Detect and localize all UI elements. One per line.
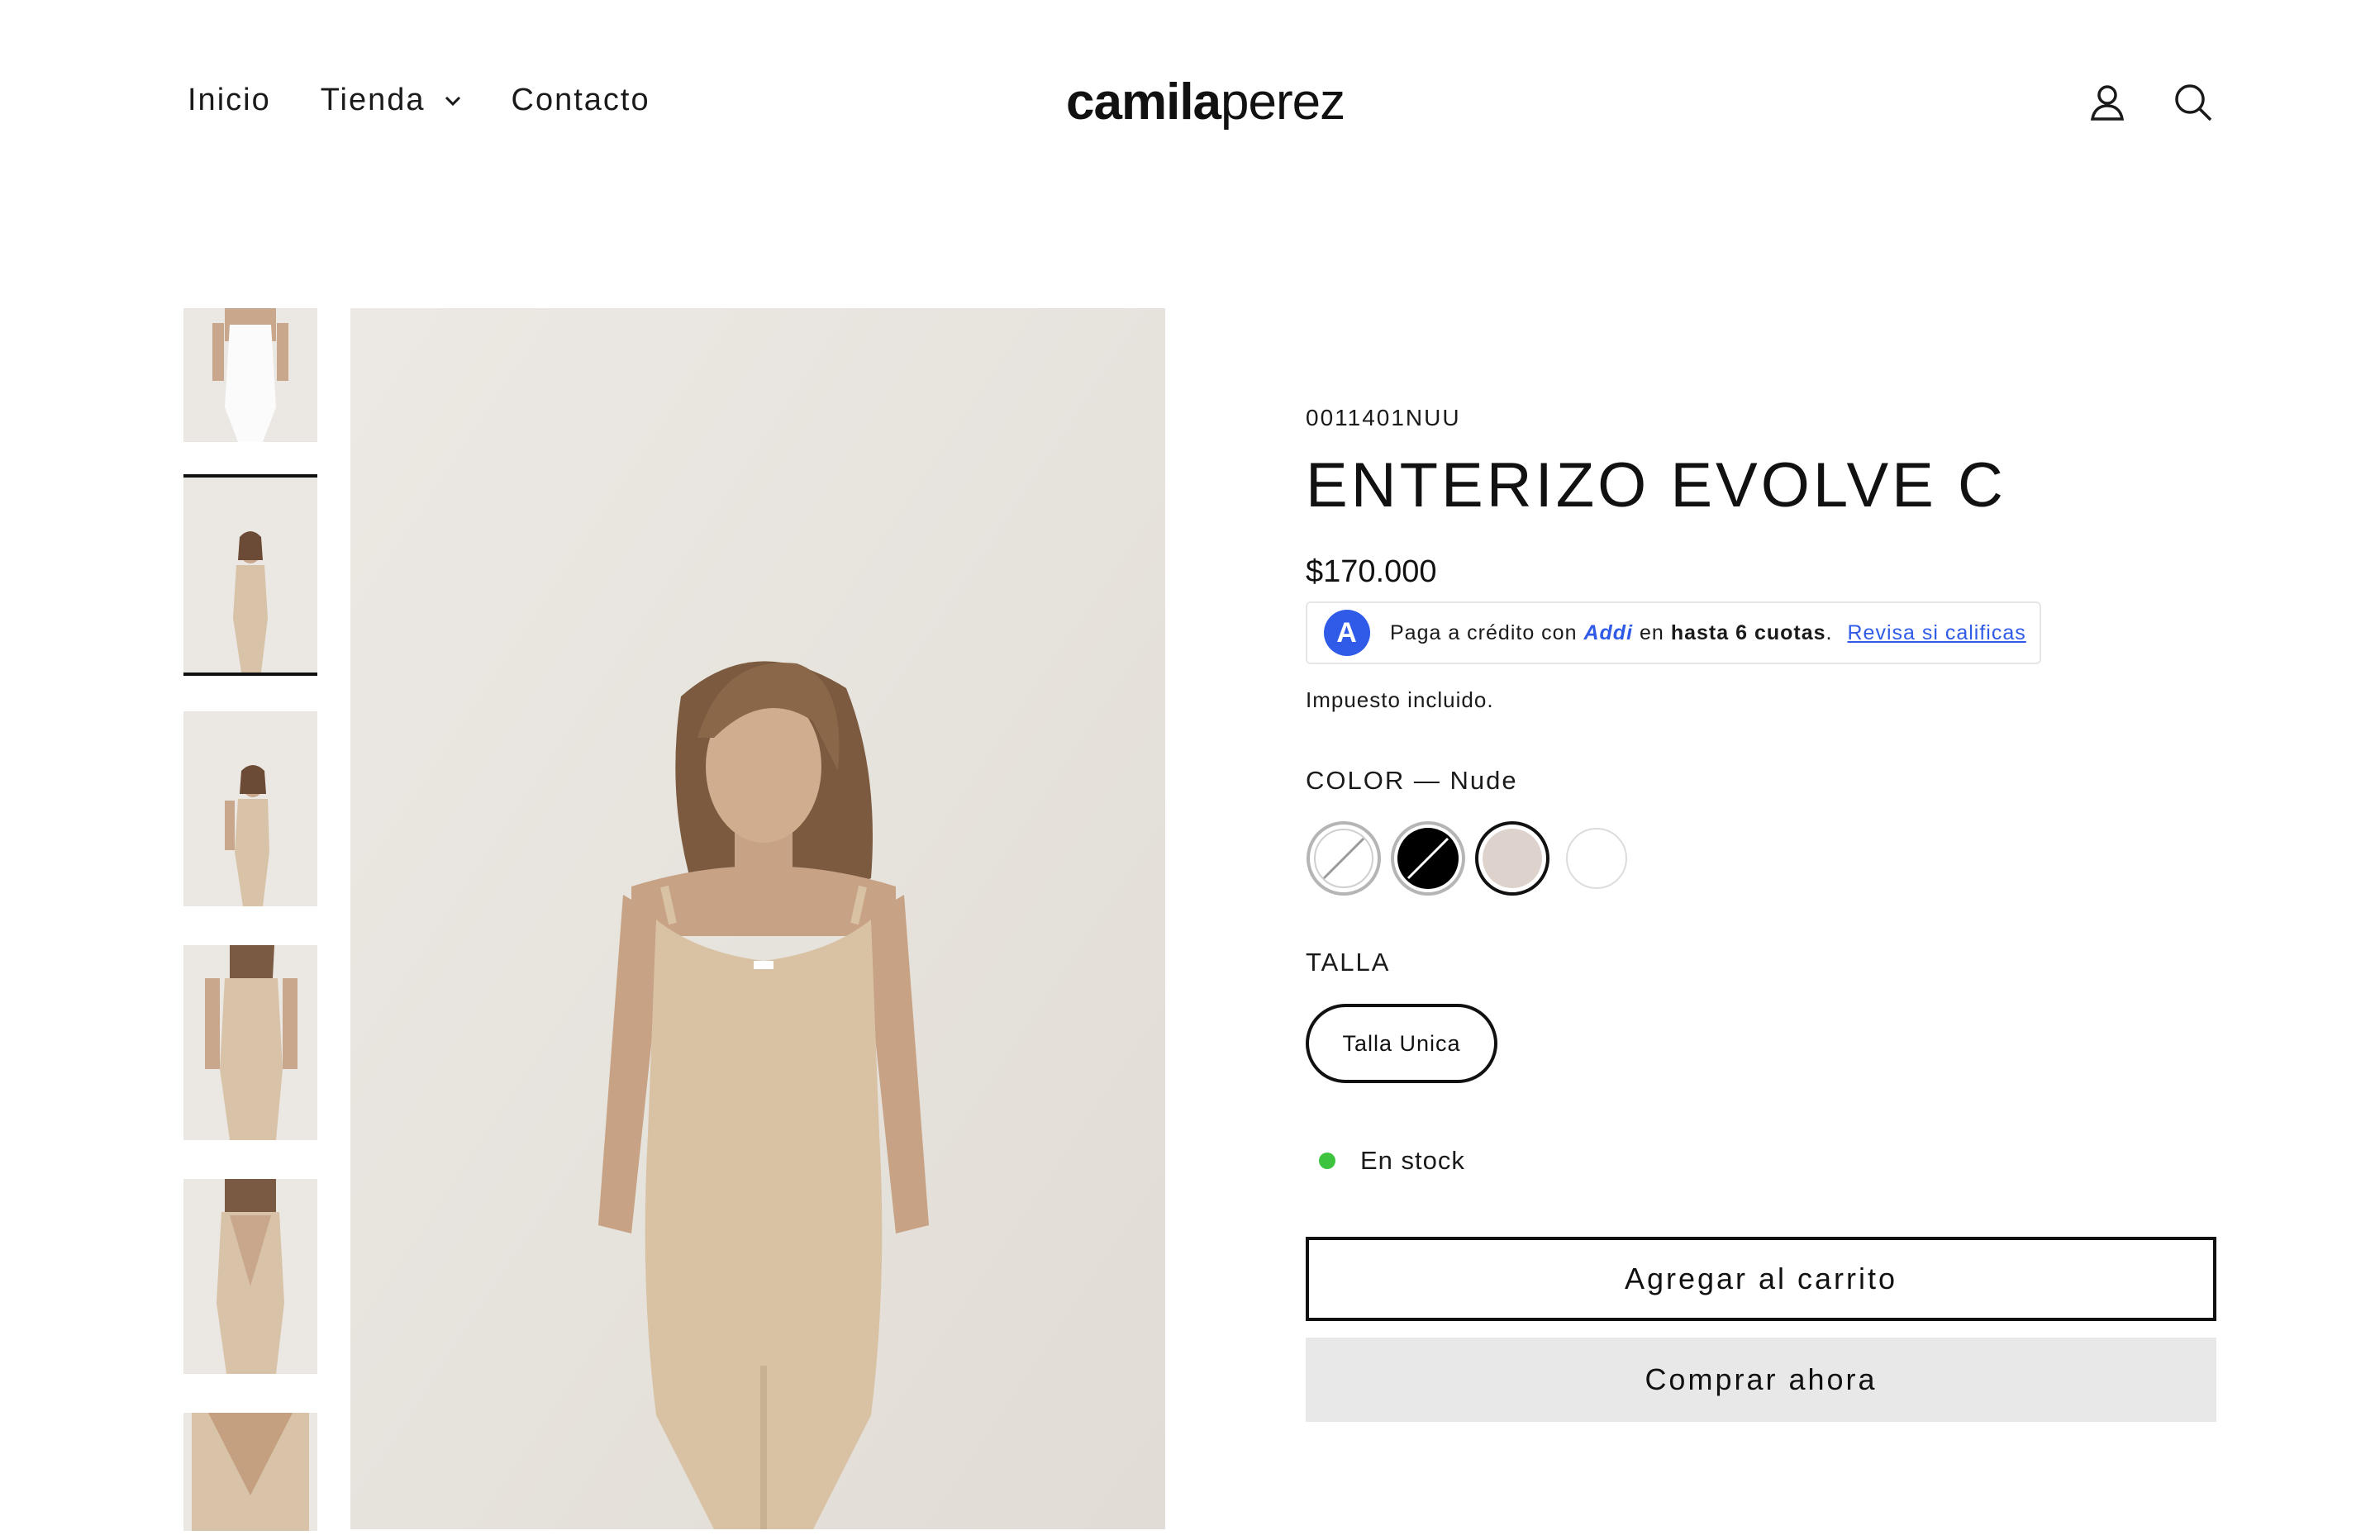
swatch-white-unavailable[interactable] (1306, 820, 1382, 896)
addi-installments: hasta 6 cuotas (1670, 620, 1826, 644)
thumbnail-5[interactable] (183, 1179, 317, 1374)
thumbnail-image (183, 478, 317, 673)
nav-inicio-label: Inicio (188, 83, 271, 117)
thumbnail-image (183, 945, 317, 1140)
search-icon[interactable] (2172, 81, 2215, 124)
site-header: Inicio Tienda Contacto camilaperez (0, 0, 2380, 207)
chevron-down-icon (445, 96, 460, 106)
thumbnail-list (183, 308, 317, 1531)
in-stock-dot-icon (1319, 1153, 1335, 1169)
addi-eligibility-link[interactable]: Revisa si calificas (1847, 621, 2025, 645)
addi-text-before: Paga a crédito con (1390, 620, 1578, 644)
nav-tienda[interactable]: Tienda (321, 83, 462, 118)
product-photo (350, 308, 1165, 1529)
nav-contacto[interactable]: Contacto (512, 83, 650, 118)
selected-swatch-icon (1475, 821, 1549, 896)
thumbnail-image (183, 1413, 317, 1531)
stock-status: En stock (1306, 1146, 2215, 1176)
thumbnail-image (183, 711, 317, 906)
color-swatches (1306, 820, 2215, 896)
brand-logo[interactable]: camilaperez (1066, 73, 1345, 131)
addi-logo-icon: A (1324, 610, 1370, 656)
size-label: TALLA (1306, 948, 1391, 977)
main-product-image[interactable] (350, 308, 1165, 1529)
header-actions (2086, 81, 2215, 124)
strikethrough-swatch-icon (1307, 821, 1381, 896)
addi-text-mid: en (1640, 620, 1664, 644)
nav-inicio[interactable]: Inicio (188, 83, 271, 118)
stock-text: En stock (1360, 1146, 1465, 1175)
addi-brand: Addi (1583, 620, 1634, 644)
product-title: ENTERIZO EVOLVE C (1306, 450, 2006, 520)
swatch-white[interactable] (1559, 820, 1635, 896)
color-label: COLOR — Nude (1306, 766, 1518, 795)
thumbnail-image (183, 1179, 317, 1374)
thumbnail-3[interactable] (183, 711, 317, 906)
strikethrough-swatch-icon (1391, 821, 1465, 896)
thumbnail-6[interactable] (183, 1413, 317, 1531)
logo-part-perez: perez (1221, 74, 1345, 131)
add-to-cart-button[interactable]: Agregar al carrito (1306, 1237, 2216, 1321)
tax-note: Impuesto incluido. (1306, 687, 1494, 712)
size-option-talla-unica[interactable]: Talla Unica (1306, 1004, 1497, 1083)
swatch-nude-selected[interactable] (1474, 820, 1550, 896)
product-sku: 0011401NUU (1306, 405, 1461, 430)
thumbnail-1[interactable] (183, 308, 317, 442)
thumbnail-4[interactable] (183, 945, 317, 1140)
nav-contacto-label: Contacto (511, 83, 650, 117)
main-nav: Inicio Tienda Contacto (188, 83, 650, 118)
nav-tienda-label: Tienda (320, 83, 426, 117)
buy-now-button[interactable]: Comprar ahora (1306, 1338, 2216, 1422)
swatch-black-unavailable[interactable] (1390, 820, 1466, 896)
addi-period: . (1825, 620, 1833, 644)
product-info: 0011401NUU ENTERIZO EVOLVE C $170.000 A … (1306, 405, 2216, 1422)
product-price: $170.000 (1306, 554, 1437, 589)
addi-financing-banner: A Paga a crédito con Addi en hasta 6 cuo… (1306, 601, 2041, 664)
thumbnail-image (183, 308, 317, 442)
logo-part-camila: camila (1066, 74, 1221, 131)
swatch-icon (1566, 828, 1627, 889)
account-icon[interactable] (2086, 81, 2129, 124)
thumbnail-2[interactable] (183, 474, 317, 676)
